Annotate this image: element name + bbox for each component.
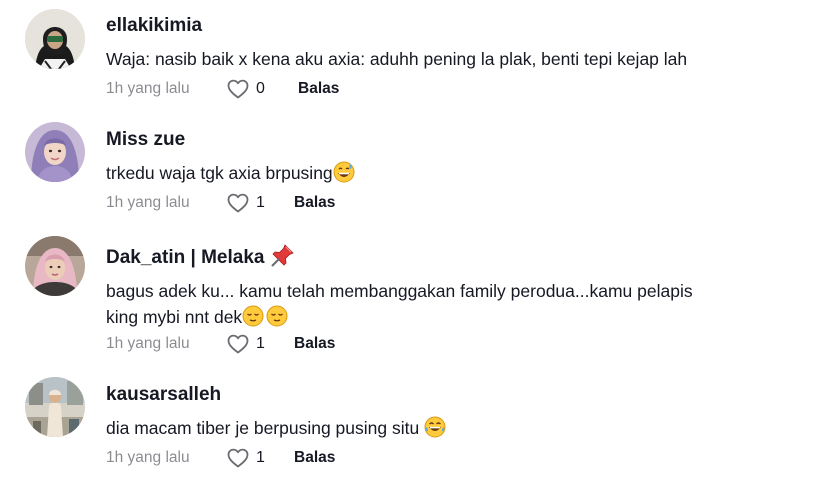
street-photo-avatar-icon bbox=[25, 377, 85, 437]
pink-hijab-avatar-icon bbox=[25, 236, 85, 296]
grinning-sweat-emoji-icon bbox=[333, 161, 355, 183]
like-count: 1 bbox=[256, 449, 265, 466]
relieved-face-emoji-icon bbox=[266, 305, 288, 327]
comment-text-line1: bagus adek ku... kamu telah membanggakan… bbox=[106, 281, 693, 301]
timestamp: 1h yang lalu bbox=[106, 449, 190, 466]
avatar[interactable] bbox=[25, 377, 85, 437]
timestamp: 1h yang lalu bbox=[106, 80, 190, 97]
comment-text: dia macam tiber je berpusing pusing situ bbox=[106, 415, 796, 441]
comment-meta: 1h yang lalu 1 Balas bbox=[106, 446, 335, 470]
heart-icon bbox=[227, 448, 249, 468]
timestamp: 1h yang lalu bbox=[106, 194, 190, 211]
avatar[interactable] bbox=[25, 122, 85, 182]
tears-of-joy-emoji-icon bbox=[424, 416, 446, 438]
reply-button[interactable]: Balas bbox=[294, 449, 335, 467]
username-text: Dak_atin | Melaka bbox=[106, 247, 265, 268]
purple-hijab-avatar-icon bbox=[25, 122, 85, 182]
comment-text: bagus adek ku... kamu telah membanggakan… bbox=[106, 278, 796, 330]
comment-meta: 1h yang lalu 1 Balas bbox=[106, 191, 335, 215]
like-count: 1 bbox=[256, 194, 265, 211]
like-button[interactable]: 1 bbox=[226, 446, 274, 470]
heart-icon bbox=[227, 334, 249, 354]
heart-icon bbox=[227, 193, 249, 213]
comment-text-line2: king mybi nnt dek bbox=[106, 307, 243, 327]
like-count: 1 bbox=[256, 335, 265, 352]
comment-text: trkedu waja tgk axia brpusing bbox=[106, 160, 796, 186]
avatar[interactable] bbox=[25, 236, 85, 296]
comment-text: Waja: nasib baik x kena aku axia: aduhh … bbox=[106, 49, 688, 69]
comment-text-content: trkedu waja tgk axia brpusing bbox=[106, 163, 333, 183]
like-button[interactable]: 0 bbox=[226, 77, 274, 101]
pushpin-emoji-icon bbox=[271, 244, 295, 267]
reply-button[interactable]: Balas bbox=[298, 80, 339, 98]
like-count: 0 bbox=[256, 80, 265, 97]
like-button[interactable]: 1 bbox=[226, 332, 274, 356]
relieved-face-emoji-icon bbox=[242, 305, 264, 327]
username[interactable]: Miss zue bbox=[106, 128, 809, 152]
reply-button[interactable]: Balas bbox=[294, 194, 335, 212]
username[interactable]: kausarsalleh bbox=[106, 383, 809, 407]
username[interactable]: ellakikimia bbox=[106, 14, 809, 38]
hijab-user-avatar-icon bbox=[25, 9, 85, 69]
avatar[interactable] bbox=[25, 9, 85, 69]
reply-button[interactable]: Balas bbox=[294, 335, 335, 353]
username[interactable]: Dak_atin | Melaka bbox=[106, 242, 809, 270]
comment-text-content: dia macam tiber je berpusing pusing situ bbox=[106, 418, 420, 438]
timestamp: 1h yang lalu bbox=[106, 335, 190, 352]
heart-icon bbox=[227, 79, 249, 99]
comment-meta: 1h yang lalu 0 Balas bbox=[106, 77, 339, 101]
like-button[interactable]: 1 bbox=[226, 191, 274, 215]
comment-meta: 1h yang lalu 1 Balas bbox=[106, 332, 335, 356]
